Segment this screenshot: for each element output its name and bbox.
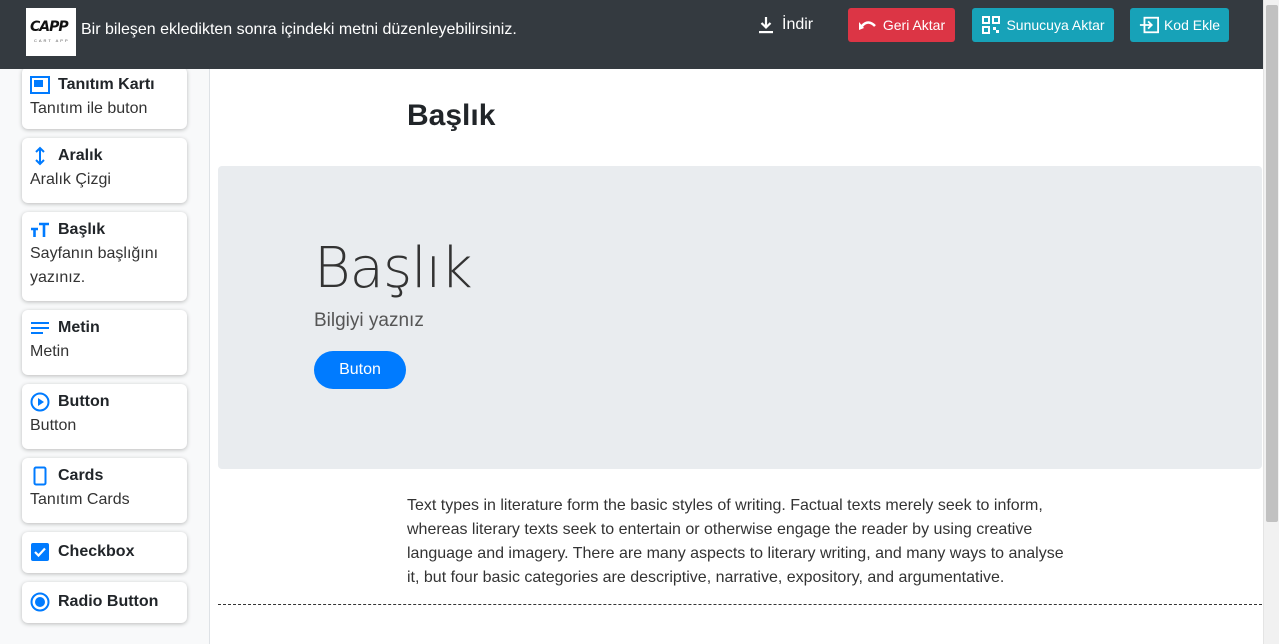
sidebar-item-desc: Metin — [30, 343, 70, 360]
logo-subtext: CART APP — [34, 38, 70, 43]
jumbotron-button[interactable]: Buton — [314, 351, 406, 389]
download-label: İndir — [782, 16, 814, 33]
sidebar-item-title: Tanıtım Kartı — [58, 76, 155, 93]
logo-text: CAPP — [30, 19, 69, 35]
sidebar-item-cards[interactable]: Cards Tanıtım Cards — [22, 458, 187, 523]
sidebar-item-title: Metin — [58, 319, 100, 336]
top-bar: CAPP CART APP Bir bileşen ekledikten son… — [0, 0, 1263, 69]
sidebar-item-desc: Sayfanın başlığını yazınız. — [30, 245, 159, 286]
add-code-button[interactable]: Kod Ekle — [1130, 8, 1229, 42]
text-lines-icon — [30, 318, 50, 338]
spacing-divider — [218, 604, 1262, 605]
sidebar-item-desc: Button — [30, 417, 77, 434]
component-sidebar: Tanıtım Kartı Tanıtım ile buton Aralık A… — [0, 69, 210, 644]
sidebar-item-title: Checkbox — [58, 543, 135, 560]
intro-card-icon — [30, 75, 50, 95]
sidebar-item-heading[interactable]: Başlık Sayfanın başlığını yazınız. — [22, 212, 187, 301]
undo-button[interactable]: Geri Aktar — [848, 8, 955, 42]
undo-icon — [858, 15, 878, 35]
sidebar-item-desc: Tanıtım ile buton — [30, 100, 148, 117]
page-title[interactable]: Başlık — [407, 99, 495, 133]
scrollbar-thumb[interactable] — [1266, 5, 1278, 522]
play-circle-icon — [30, 392, 50, 412]
sidebar-item-spacing[interactable]: Aralık Aralık Çizgi — [22, 138, 187, 203]
text-height-icon — [30, 220, 50, 240]
add-code-label: Kod Ekle — [1163, 17, 1221, 33]
sidebar-item-button[interactable]: Button Button — [22, 384, 187, 449]
vertical-scrollbar[interactable] — [1263, 0, 1279, 644]
send-to-server-button[interactable]: Sunucuya Aktar — [972, 8, 1114, 42]
sidebar-item-radio[interactable]: Radio Button — [22, 582, 187, 623]
sidebar-item-desc: Aralık Çizgi — [30, 171, 111, 188]
sidebar-item-text[interactable]: Metin Metin — [22, 310, 187, 375]
jumbotron-title[interactable]: Başlık — [314, 236, 473, 301]
text-paragraph[interactable]: Text types in literature form the basic … — [407, 494, 1079, 590]
logo: CAPP CART APP — [26, 8, 76, 56]
jumbotron-text[interactable]: Bilgiyi yaznız — [314, 310, 424, 332]
card-icon — [30, 466, 50, 486]
jumbotron[interactable]: Başlık Bilgiyi yaznız Buton — [218, 166, 1262, 469]
sidebar-item-intro-card[interactable]: Tanıtım Kartı Tanıtım ile buton — [22, 69, 187, 129]
undo-label: Geri Aktar — [882, 17, 946, 33]
sidebar-item-checkbox[interactable]: Checkbox — [22, 532, 187, 573]
sidebar-item-desc: Tanıtım Cards — [30, 491, 130, 508]
sidebar-item-title: Başlık — [58, 221, 106, 238]
sidebar-item-title: Radio Button — [58, 593, 159, 610]
sidebar-item-title: Cards — [58, 467, 104, 484]
spacing-icon — [30, 146, 50, 166]
send-to-server-label: Sunucuya Aktar — [1006, 17, 1105, 33]
sidebar-item-title: Aralık — [58, 147, 103, 164]
radio-icon — [30, 592, 50, 612]
sidebar-item-title: Button — [58, 393, 110, 410]
qr-code-icon — [981, 15, 1001, 35]
sign-in-icon — [1139, 15, 1159, 35]
checkbox-icon — [30, 542, 50, 562]
download-icon — [756, 15, 776, 35]
download-button[interactable]: İndir — [756, 10, 813, 40]
info-message: Bir bileşen ekledikten sonra içindeki me… — [81, 21, 517, 38]
